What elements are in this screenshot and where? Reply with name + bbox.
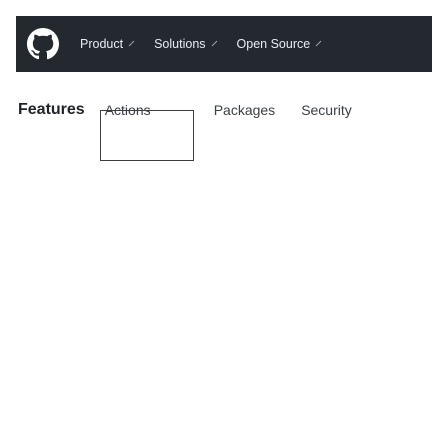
subnav-item-security-label: Security — [301, 102, 352, 118]
chevron-down-icon — [128, 40, 135, 47]
chevron-down-icon — [211, 40, 217, 47]
primary-nav: Product Solutions Open Source — [80, 37, 323, 51]
subnav-item-security[interactable]: Security — [301, 102, 352, 118]
chevron-down-icon — [315, 40, 322, 47]
nav-solutions[interactable]: Solutions — [154, 37, 218, 51]
nav-product-label: Product — [80, 37, 124, 51]
subnav-item-packages[interactable]: Packages — [214, 102, 275, 118]
nav-open-source[interactable]: Open Source — [237, 37, 324, 51]
nav-open-source-label: Open Source — [236, 37, 311, 51]
subnav-item-packages-label: Packages — [213, 102, 276, 118]
features-subnav: Features Actions Packages Security — [16, 84, 432, 161]
nav-product[interactable]: Product — [80, 37, 136, 51]
subnav-item-actions[interactable]: Actions — [99, 102, 194, 161]
page: Product Solutions Open Source Features A… — [0, 0, 448, 448]
github-logo-link[interactable] — [26, 27, 60, 61]
global-header: Product Solutions Open Source — [16, 16, 432, 72]
github-mark-icon — [27, 28, 59, 60]
subnav-title: Features — [18, 101, 85, 118]
subnav-item-actions-label: Actions — [104, 102, 151, 118]
nav-solutions-label: Solutions — [154, 37, 206, 51]
